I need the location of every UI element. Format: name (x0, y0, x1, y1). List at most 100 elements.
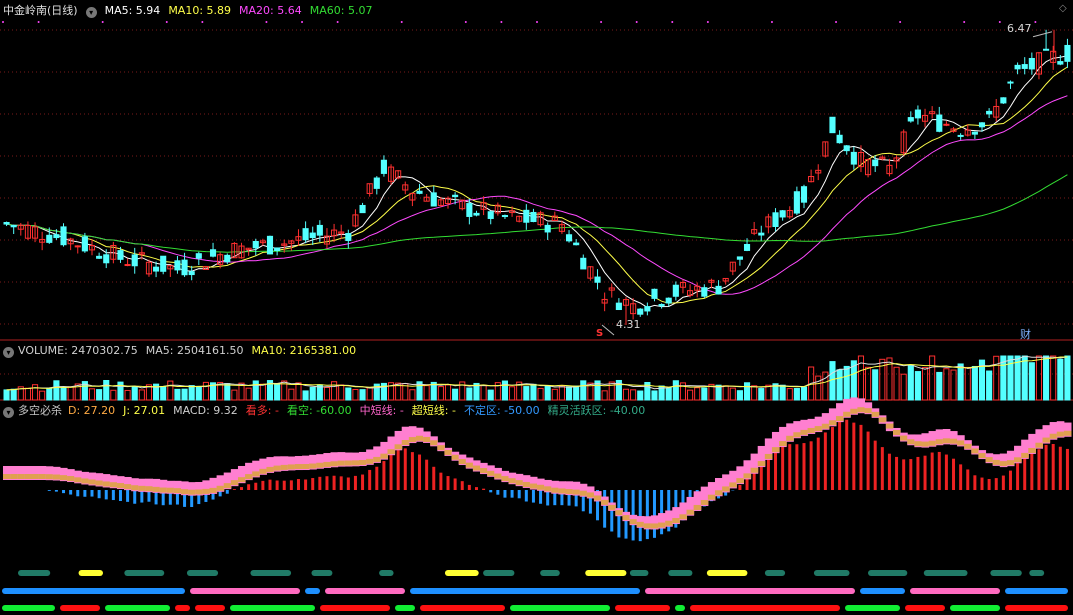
candle-body (637, 308, 644, 315)
band-j (152, 486, 161, 492)
band-j (793, 432, 801, 438)
band-j (850, 408, 858, 414)
signal-dot (201, 21, 204, 23)
band-j (999, 461, 1008, 467)
volume-bar (736, 390, 743, 401)
volume-bar (1057, 358, 1064, 401)
band-j (359, 459, 367, 465)
volume-bar (551, 388, 558, 401)
band-j (722, 486, 730, 492)
band-j (302, 464, 310, 470)
band-j (401, 439, 410, 445)
band-j (586, 492, 595, 498)
band-j (878, 417, 887, 423)
volume-bar (1035, 355, 1043, 401)
volume-bar (509, 386, 516, 401)
signal-row-1 (18, 570, 51, 576)
ma-line-60 (6, 174, 1068, 253)
band-j (1035, 442, 1044, 448)
signal-row-3 (1005, 605, 1068, 611)
band-j (800, 429, 809, 435)
finance-badge[interactable]: 财 (1020, 326, 1031, 342)
band-j (771, 447, 780, 453)
volume-bar (138, 389, 145, 401)
candle-body (615, 302, 622, 311)
band-j (715, 490, 723, 496)
band-j (373, 456, 381, 462)
band-j (921, 441, 930, 447)
band-j (743, 473, 752, 479)
volume-bar (929, 355, 936, 401)
signal-row-1 (668, 570, 693, 576)
signal-row-2 (645, 588, 855, 594)
band-j (74, 477, 82, 483)
signal-dot (635, 21, 638, 23)
candle-body (3, 222, 10, 225)
candle-body (758, 232, 765, 236)
stock-chart[interactable] (0, 0, 1073, 615)
volume-bar (480, 384, 487, 401)
candle-body (672, 284, 679, 297)
candle-body (843, 145, 850, 152)
candle-body (10, 224, 17, 228)
volume-bar (60, 386, 67, 401)
band-j (472, 465, 481, 471)
signal-dot (706, 21, 709, 23)
band-j (843, 411, 851, 417)
volume-bar (309, 386, 316, 401)
band-j (24, 474, 32, 479)
volume-bar (245, 387, 252, 401)
signal-dot (37, 21, 40, 23)
band-j (658, 522, 666, 528)
band-j (273, 465, 282, 471)
high-pointer (1032, 31, 1053, 38)
signal-row-1 (186, 570, 219, 576)
candle-body (1000, 97, 1007, 104)
candle-body (487, 211, 494, 219)
band-j (871, 411, 880, 417)
signal-dot (101, 21, 104, 23)
volume-bar (352, 388, 359, 401)
volume-bar (487, 389, 494, 401)
signal-row-3 (420, 605, 505, 611)
volume-bar (53, 380, 60, 401)
volume-bar (921, 367, 929, 401)
band-j (223, 483, 232, 489)
band-j (900, 435, 908, 441)
volume-bar (288, 388, 295, 401)
band-j (885, 423, 894, 429)
volume-bar (914, 371, 921, 401)
volume-bar (46, 388, 53, 401)
band-j (45, 474, 54, 480)
signal-dot (835, 21, 838, 23)
band-j (558, 488, 566, 494)
band-j (1042, 437, 1051, 443)
candle-body (74, 245, 81, 248)
volume-bar (131, 386, 138, 401)
band-j (124, 484, 132, 490)
signal-dot (500, 21, 503, 23)
diamond-icon[interactable]: ◇ (1059, 3, 1067, 14)
volume-bar (893, 366, 900, 401)
volume-bar (39, 390, 46, 401)
signal-dot (998, 21, 1001, 23)
volume-bar (274, 383, 281, 401)
volume-bar (1028, 362, 1035, 401)
volume-bar (986, 370, 993, 401)
signal-row-3 (175, 605, 190, 611)
band-j (52, 474, 61, 480)
volume-bar (530, 383, 537, 401)
candle-body (1028, 57, 1035, 70)
band-j (394, 444, 403, 450)
band-j (757, 461, 766, 467)
band-j (351, 460, 360, 466)
volume-bar (67, 386, 74, 401)
candle-body (800, 186, 808, 203)
band-j (81, 478, 89, 484)
candle-body (1043, 48, 1050, 51)
volume-bar (444, 384, 452, 401)
band-j (864, 408, 873, 414)
candle-body (580, 257, 587, 270)
band-j (131, 485, 139, 491)
candle-body (373, 177, 380, 189)
